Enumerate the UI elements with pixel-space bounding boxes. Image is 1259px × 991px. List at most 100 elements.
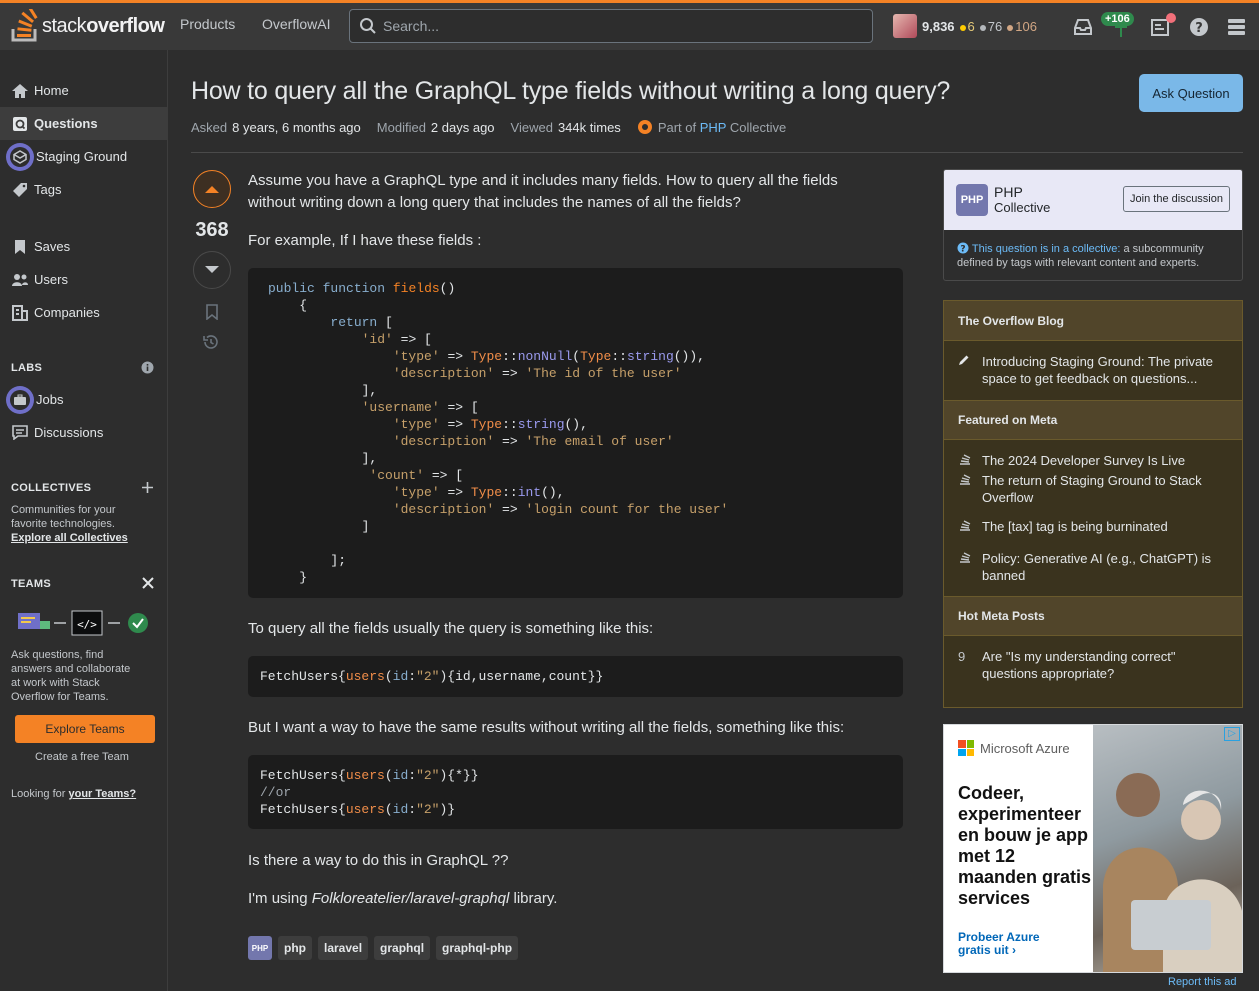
history-icon[interactable] xyxy=(202,333,220,351)
advertisement[interactable]: Microsoft Azure Codeer, experimenteer en… xyxy=(943,724,1243,973)
sidebar-item-home[interactable]: Home xyxy=(0,74,167,107)
notification-dot xyxy=(1166,13,1176,23)
arrow-up-icon xyxy=(205,186,219,193)
sidebar-item-label: Jobs xyxy=(36,392,64,407)
search-box[interactable] xyxy=(349,9,873,43)
meta-item[interactable]: The [tax] tag is being burninated xyxy=(944,518,1242,550)
explore-teams-button[interactable]: Explore Teams xyxy=(15,715,155,743)
tag-graphql[interactable]: graphql xyxy=(374,936,431,960)
collective-name[interactable]: PHP Collective xyxy=(994,184,1050,216)
sidebar-item-label: Discussions xyxy=(34,425,104,440)
bookmark-icon[interactable] xyxy=(205,304,219,320)
explore-collectives-link[interactable]: Explore all Collectives xyxy=(11,531,128,545)
arrow-down-icon xyxy=(205,266,219,273)
sidebar-item-label: Users xyxy=(34,272,68,287)
users-icon xyxy=(11,271,29,289)
meta-item[interactable]: The 2024 Developer Survey Is Live xyxy=(944,440,1242,472)
collective-badge-icon xyxy=(637,120,652,134)
blog-item[interactable]: Introducing Staging Ground: The private … xyxy=(944,341,1242,400)
collectives-heading: COLLECTIVES xyxy=(11,482,92,494)
sidebar-item-discussions[interactable]: Discussions xyxy=(0,416,167,449)
code-block-query[interactable]: FetchUsers{users(id:"2"){id,username,cou… xyxy=(248,656,903,697)
ad-headline: Codeer, experimenteer en bouw je app met… xyxy=(958,783,1092,908)
post-paragraph-4: But I want a way to have the same result… xyxy=(248,719,845,736)
hot-meta-count: 9 xyxy=(958,649,966,664)
modified-value[interactable]: 2 days ago xyxy=(431,120,495,135)
question-title[interactable]: How to query all the GraphQL type fields… xyxy=(191,77,950,106)
jobs-icon xyxy=(6,385,34,414)
site-switcher-icon[interactable] xyxy=(1226,16,1248,38)
viewed-label: Viewed xyxy=(510,119,553,135)
inbox-icon[interactable] xyxy=(1072,16,1094,38)
silver-badges: 76 xyxy=(979,19,1002,34)
plus-icon[interactable] xyxy=(141,481,154,494)
info-icon[interactable] xyxy=(141,361,154,374)
discussions-icon xyxy=(11,424,29,442)
collective-link[interactable]: PHP xyxy=(700,120,727,135)
collective-description: ? This question is in a collective: a su… xyxy=(957,242,1204,269)
stackexchange-icon xyxy=(958,550,974,596)
upvote-button[interactable] xyxy=(193,170,231,208)
ask-question-button[interactable]: Ask Question xyxy=(1139,74,1243,112)
teams-desc-4: Overflow for Teams. xyxy=(11,691,109,703)
meta-item[interactable]: The return of Staging Ground to Stack Ov… xyxy=(944,472,1242,518)
stackoverflow-logo-icon xyxy=(11,9,38,42)
post-paragraph-3: To query all the fields usually the quer… xyxy=(248,620,654,637)
stackoverflow-logo[interactable]: stackoverflow xyxy=(10,8,165,44)
achievements-badge[interactable]: +106 xyxy=(1101,12,1134,26)
post-paragraph-1: Assume you have a GraphQL type and it in… xyxy=(248,172,838,211)
avatar[interactable] xyxy=(893,14,917,38)
code-block-desired[interactable]: FetchUsers{users(id:"2"){*}} //or FetchU… xyxy=(248,755,903,829)
collective-info-link[interactable]: This question is in a collective: xyxy=(972,243,1121,255)
achievements-icon[interactable] xyxy=(1111,25,1131,39)
help-circle-icon: ? xyxy=(957,242,969,255)
sidebar-item-label: Saves xyxy=(34,239,71,254)
adchoices-icon[interactable]: ▷ xyxy=(1224,727,1240,741)
asked-value: 8 years, 6 months ago xyxy=(232,119,361,135)
sidebar-item-companies[interactable]: Companies xyxy=(0,296,167,329)
meta-item[interactable]: Policy: Generative AI (e.g., ChatGPT) is… xyxy=(944,550,1242,596)
nav-overflowai[interactable]: OverflowAI xyxy=(262,16,330,32)
sidebar-item-tags[interactable]: Tags xyxy=(0,173,167,206)
sidebar-item-label: Companies xyxy=(34,305,100,320)
post-paragraph-2: For example, If I have these fields : xyxy=(248,232,482,249)
teams-desc-3: at work with Stack xyxy=(11,677,100,689)
questions-icon xyxy=(11,115,29,133)
report-ad-link[interactable]: Report this ad xyxy=(1168,976,1236,988)
ad-cta-link[interactable]: Probeer Azure gratis uit › xyxy=(958,931,1068,957)
join-discussion-button[interactable]: Join the discussion xyxy=(1123,186,1230,212)
question-meta: Asked 8 years, 6 months ago Modified 2 day… xyxy=(191,119,786,135)
logo-text: stackoverflow xyxy=(42,14,165,37)
tag-graphql-php[interactable]: graphql-php xyxy=(436,936,519,960)
help-icon[interactable]: ? xyxy=(1188,16,1210,38)
viewed-value: 344k times xyxy=(557,119,621,135)
sidebar-item-saves[interactable]: Saves xyxy=(0,230,167,263)
hot-meta-item[interactable]: 9 Are "Is my understanding correct" ques… xyxy=(944,636,1242,682)
your-teams-link[interactable]: your Teams? xyxy=(68,788,136,800)
user-profile[interactable]: 9,836 6 76 106 xyxy=(893,13,1037,39)
hot-meta-title: Hot Meta Posts xyxy=(944,596,1242,636)
tag-laravel[interactable]: laravel xyxy=(318,936,369,960)
downvote-button[interactable] xyxy=(193,251,231,289)
nav-products[interactable]: Products xyxy=(180,16,235,32)
sidebar-item-jobs[interactable]: Jobs xyxy=(0,383,167,416)
stackexchange-icon xyxy=(958,518,974,550)
tag-php[interactable]: php xyxy=(278,936,312,960)
search-input[interactable] xyxy=(383,18,863,34)
featured-meta-title: Featured on Meta xyxy=(944,400,1242,440)
blog-title: The Overflow Blog xyxy=(944,301,1242,341)
sidebar-item-staging-ground[interactable]: Staging Ground xyxy=(0,140,167,173)
home-icon xyxy=(11,82,29,100)
create-team-link[interactable]: Create a free Team xyxy=(35,750,129,764)
sidebar-item-label: Home xyxy=(34,83,69,98)
top-bar: stackoverflow Products OverflowAI 9,836 … xyxy=(0,0,1259,50)
svg-text:?: ? xyxy=(960,245,965,255)
php-logo[interactable]: PHP xyxy=(956,184,988,216)
sidebar-item-questions[interactable]: Questions xyxy=(0,107,167,140)
close-icon[interactable] xyxy=(142,577,154,589)
sidebar-item-users[interactable]: Users xyxy=(0,263,167,296)
php-collective-badge[interactable]: PHP xyxy=(248,936,272,960)
code-block-fields[interactable]: public function fields() { return [ 'id'… xyxy=(248,268,903,598)
sidebar-item-label: Tags xyxy=(34,182,62,197)
tag-list: PHP php laravel graphql graphql-php xyxy=(248,936,519,960)
